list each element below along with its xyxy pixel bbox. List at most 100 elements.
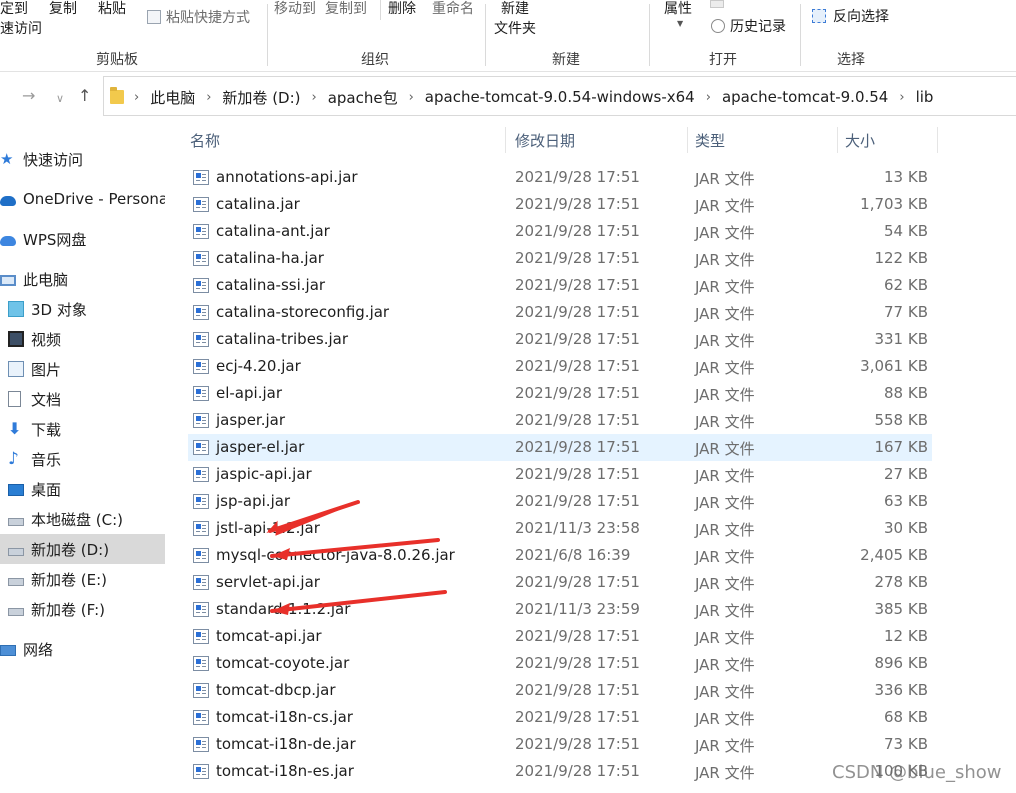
file-row[interactable]: tomcat-api.jar 2021/9/28 17:51 JAR 文件 12 KB (188, 623, 932, 650)
picture-icon (8, 361, 24, 377)
rename-button[interactable]: 重命名 (432, 0, 474, 18)
file-row[interactable]: ecj-4.20.jar 2021/9/28 17:51 JAR 文件 3,061 K… (188, 353, 932, 380)
file-row[interactable]: tomcat-i18n-es.jar 2021/9/28 17:51 JAR 文件 1… (188, 758, 932, 785)
file-name: jaspic-api.jar (216, 465, 312, 483)
file-row[interactable]: catalina-ssi.jar 2021/9/28 17:51 JAR 文件 62 … (188, 272, 932, 299)
file-type: JAR 文件 (695, 602, 755, 620)
file-row[interactable]: tomcat-i18n-cs.jar 2021/9/28 17:51 JAR 文件 6… (188, 704, 932, 731)
column-header-size[interactable]: 大小 (845, 130, 875, 151)
jar-file-icon (193, 629, 209, 644)
paste-button[interactable]: 粘贴 (98, 0, 126, 18)
history-button[interactable]: 历史记录 (730, 18, 786, 36)
pin-quick-access-button-line2[interactable]: 速访问 (0, 20, 42, 38)
file-row[interactable]: catalina-tribes.jar 2021/9/28 17:51 JAR 文件… (188, 326, 932, 353)
file-modified-date: 2021/9/28 17:51 (515, 276, 640, 294)
file-modified-date: 2021/9/28 17:51 (515, 168, 640, 186)
column-header-type[interactable]: 类型 (695, 130, 725, 151)
file-row[interactable]: tomcat-coyote.jar 2021/9/28 17:51 JAR 文件 89… (188, 650, 932, 677)
file-row[interactable]: jaspic-api.jar 2021/9/28 17:51 JAR 文件 27 KB (188, 461, 932, 488)
file-name: jstl-api-1.2.jar (216, 519, 320, 537)
file-type: JAR 文件 (695, 575, 755, 593)
file-row[interactable]: catalina-storeconfig.jar 2021/9/28 17:51 J… (188, 299, 932, 326)
file-row[interactable]: mysql-connector-java-8.0.26.jar 2021/6/8 … (188, 542, 932, 569)
sidebar-item-wps[interactable]: WPS网盘 (0, 224, 165, 254)
delete-button[interactable]: 删除 (388, 0, 416, 18)
sidebar-item-this-pc[interactable]: 此电脑 (0, 264, 165, 294)
sidebar-item-onedrive[interactable]: OneDrive - Persona (0, 184, 165, 214)
jar-file-icon (193, 521, 209, 536)
sidebar-item-3d-objects[interactable]: 3D 对象 (0, 294, 165, 324)
sidebar-item-music[interactable]: ♪ 音乐 (0, 444, 165, 474)
column-divider[interactable] (937, 127, 938, 153)
document-icon (8, 391, 21, 407)
file-name: jasper.jar (216, 411, 286, 429)
sidebar-item-drive-f[interactable]: 新加卷 (F:) (0, 594, 165, 624)
file-name: tomcat-i18n-de.jar (216, 735, 356, 753)
sidebar-item-drive-d[interactable]: 新加卷 (D:) (0, 534, 165, 564)
file-row[interactable]: annotations-api.jar 2021/9/28 17:51 JAR 文件… (188, 164, 932, 191)
file-modified-date: 2021/6/8 16:39 (515, 546, 631, 564)
file-type: JAR 文件 (695, 332, 755, 350)
breadcrumb-lib[interactable]: lib (914, 88, 936, 106)
ribbon-divider (800, 4, 801, 66)
sidebar-item-downloads[interactable]: ⬇ 下载 (0, 414, 165, 444)
breadcrumb-chevron-icon[interactable]: › (899, 90, 904, 105)
file-row[interactable]: standard-1.1.2.jar 2021/11/3 23:59 JAR 文件 3… (188, 596, 932, 623)
file-size: 167 KB (874, 438, 928, 456)
breadcrumb-tomcat-windows[interactable]: apache-tomcat-9.0.54-windows-x64 (423, 88, 697, 106)
file-row[interactable]: catalina-ant.jar 2021/9/28 17:51 JAR 文件 54 … (188, 218, 932, 245)
sidebar-item-documents[interactable]: 文档 (0, 384, 165, 414)
file-row[interactable]: el-api.jar 2021/9/28 17:51 JAR 文件 88 KB (188, 380, 932, 407)
sidebar-item-pictures[interactable]: 图片 (0, 354, 165, 384)
file-row[interactable]: servlet-api.jar 2021/9/28 17:51 JAR 文件 278 … (188, 569, 932, 596)
sidebar-item-label: 下载 (31, 420, 62, 439)
move-to-button[interactable]: 移动到 (274, 0, 316, 18)
breadcrumb-chevron-icon[interactable]: › (312, 90, 317, 105)
breadcrumb-chevron-icon[interactable]: › (134, 90, 139, 105)
sidebar-item-quick-access[interactable]: ★ 快速访问 (0, 144, 165, 174)
breadcrumb-chevron-icon[interactable]: › (706, 90, 711, 105)
recent-locations-chevron-icon[interactable]: ∨ (56, 89, 64, 109)
sidebar-item-network[interactable]: 网络 (0, 634, 165, 664)
copy-to-button[interactable]: 复制到 (325, 0, 367, 18)
copy-button[interactable]: 复制 (49, 0, 77, 18)
sidebar-item-videos[interactable]: 视频 (0, 324, 165, 354)
file-row[interactable]: tomcat-dbcp.jar 2021/9/28 17:51 JAR 文件 336 … (188, 677, 932, 704)
sidebar-item-drive-e[interactable]: 新加卷 (E:) (0, 564, 165, 594)
file-row[interactable]: jasper.jar 2021/9/28 17:51 JAR 文件 558 KB (188, 407, 932, 434)
breadcrumb-chevron-icon[interactable]: › (409, 90, 414, 105)
cloud-icon (0, 196, 16, 206)
file-row[interactable]: catalina-ha.jar 2021/9/28 17:51 JAR 文件 122 … (188, 245, 932, 272)
file-modified-date: 2021/9/28 17:51 (515, 573, 640, 591)
column-divider[interactable] (687, 127, 688, 153)
breadcrumb-this-pc[interactable]: 此电脑 (148, 87, 197, 108)
file-row[interactable]: tomcat-i18n-de.jar 2021/9/28 17:51 JAR 文件 7… (188, 731, 932, 758)
file-name: el-api.jar (216, 384, 282, 402)
new-folder-label-2: 文件夹 (494, 21, 536, 37)
breadcrumb-drive-d[interactable]: 新加卷 (D:) (220, 87, 302, 108)
column-divider[interactable] (505, 127, 506, 153)
file-row[interactable]: jstl-api-1.2.jar 2021/11/3 23:58 JAR 文件 30 … (188, 515, 932, 542)
sidebar-item-drive-c[interactable]: 本地磁盘 (C:) (0, 504, 165, 534)
paste-shortcut-button[interactable]: 粘贴快捷方式 (166, 9, 250, 27)
column-header-name[interactable]: 名称 (190, 130, 220, 151)
forward-arrow-icon[interactable]: → (22, 86, 35, 106)
jar-file-icon (193, 737, 209, 752)
breadcrumb-chevron-icon[interactable]: › (206, 90, 211, 105)
breadcrumb-apache[interactable]: apache包 (326, 87, 400, 108)
up-arrow-icon[interactable]: ↑ (78, 86, 91, 106)
new-folder-button-line2[interactable]: 文件夹 (494, 20, 536, 38)
new-folder-button[interactable]: 新建 (501, 0, 529, 18)
pin-quick-access-button[interactable]: 定到 (0, 0, 28, 18)
file-row[interactable]: catalina.jar 2021/9/28 17:51 JAR 文件 1,703 K… (188, 191, 932, 218)
column-header-modified[interactable]: 修改日期 (515, 130, 575, 151)
file-row[interactable]: jasper-el.jar 2021/9/28 17:51 JAR 文件 167 KB (188, 434, 932, 461)
file-row[interactable]: jsp-api.jar 2021/9/28 17:51 JAR 文件 63 KB (188, 488, 932, 515)
invert-selection-button[interactable]: 反向选择 (833, 8, 889, 26)
column-divider[interactable] (837, 127, 838, 153)
sidebar-item-label: OneDrive - Persona (23, 190, 165, 208)
breadcrumb-tomcat[interactable]: apache-tomcat-9.0.54 (720, 88, 890, 106)
sidebar-item-desktop[interactable]: 桌面 (0, 474, 165, 504)
properties-button[interactable]: 属性 (664, 0, 692, 18)
file-type: JAR 文件 (695, 440, 755, 458)
